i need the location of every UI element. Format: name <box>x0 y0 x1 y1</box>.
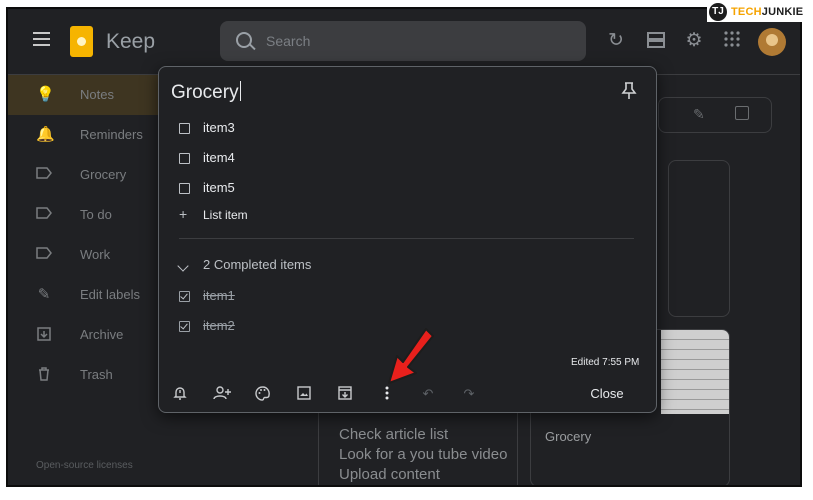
undo-icon[interactable]: ↶ <box>420 386 436 402</box>
divider <box>179 238 634 239</box>
watermark-tech: TECH <box>731 6 762 18</box>
keep-window: Keep Search ↻ ⚙ 💡 Notes 🔔 Reminders Groc… <box>6 7 802 487</box>
pin-icon[interactable] <box>621 82 637 100</box>
remind-me-icon[interactable] <box>172 386 188 402</box>
search-bar[interactable]: Search <box>220 21 586 61</box>
note-line: Upload content <box>339 466 440 483</box>
palette-icon[interactable] <box>254 386 270 402</box>
list-view-icon[interactable] <box>646 31 666 51</box>
redo-icon[interactable]: ↷ <box>461 386 477 402</box>
label-icon <box>36 247 52 263</box>
open-source-licenses-link[interactable]: Open-source licenses <box>36 460 133 471</box>
checkbox[interactable] <box>179 153 190 164</box>
watermark-text: TECHJUNKIE <box>731 6 803 18</box>
account-avatar[interactable] <box>758 28 786 56</box>
checklist-item-text[interactable]: item3 <box>203 120 235 135</box>
techjunkie-watermark: TJ TECHJUNKIE <box>707 2 803 22</box>
text-cursor <box>239 81 241 101</box>
archive-icon[interactable] <box>337 386 353 402</box>
note-line: Check article list <box>339 426 449 443</box>
sidebar-item-label: Edit labels <box>80 287 140 302</box>
plus-icon: + <box>179 206 188 222</box>
app-title: Keep <box>106 30 156 53</box>
sidebar-item-label: Grocery <box>80 167 127 182</box>
sidebar-item-label: Work <box>80 247 111 262</box>
keep-logo-icon <box>70 26 93 57</box>
menu-icon[interactable] <box>33 32 50 46</box>
checklist-item-text[interactable]: item4 <box>203 150 235 165</box>
checklist-item-text[interactable]: item1 <box>203 288 235 303</box>
sidebar-item-label: Trash <box>80 367 113 382</box>
note-card-title: Grocery <box>545 429 592 444</box>
take-note-bar[interactable]: ✎ <box>658 97 772 133</box>
search-input[interactable]: Search <box>266 33 310 49</box>
more-options-icon[interactable] <box>379 386 395 402</box>
checklist-item-text[interactable]: item5 <box>203 180 235 195</box>
checkbox[interactable] <box>179 123 190 134</box>
note-card[interactable] <box>668 160 730 317</box>
settings-icon[interactable]: ⚙ <box>684 31 704 51</box>
checkbox-checked[interactable] <box>179 291 190 302</box>
collaborator-icon[interactable] <box>213 386 231 402</box>
red-arrow-annotation <box>388 328 434 384</box>
search-icon[interactable] <box>236 32 252 48</box>
note-title-text: Grocery <box>171 82 239 103</box>
tj-logo-icon: TJ <box>709 3 727 21</box>
pencil-icon[interactable]: ✎ <box>693 106 705 123</box>
close-button[interactable]: Close <box>579 383 635 405</box>
image-icon[interactable] <box>296 386 312 402</box>
add-list-item-label[interactable]: List item <box>203 208 248 222</box>
lightbulb-icon: 💡 <box>36 86 55 103</box>
sidebar-item-label: Archive <box>80 327 124 342</box>
pencil-icon: ✎ <box>37 286 51 303</box>
label-icon <box>36 167 52 183</box>
trash-icon <box>36 367 52 383</box>
sidebar-item-label: Notes <box>80 87 114 102</box>
checkbox[interactable] <box>179 183 190 194</box>
note-card-work[interactable]: Check article list Look for a you tube v… <box>318 404 518 485</box>
refresh-icon[interactable]: ↻ <box>606 31 626 51</box>
sidebar-item-label: To do <box>80 207 112 222</box>
image-icon[interactable] <box>735 106 749 120</box>
chevron-down-icon[interactable] <box>177 260 189 272</box>
note-title-input[interactable]: Grocery <box>171 81 241 104</box>
label-icon <box>36 207 52 223</box>
apps-icon[interactable] <box>722 31 742 51</box>
checkbox-checked[interactable] <box>179 321 190 332</box>
sidebar-item-label: Reminders <box>80 127 143 142</box>
completed-items-toggle[interactable]: 2 Completed items <box>203 257 311 272</box>
note-line: Look for a you tube video <box>339 446 508 463</box>
attached-image <box>661 330 729 414</box>
archive-icon <box>36 327 52 343</box>
edited-timestamp: Edited 7:55 PM <box>571 357 640 368</box>
checklist-item-text[interactable]: item2 <box>203 318 235 333</box>
bell-icon: 🔔 <box>36 126 55 143</box>
watermark-junkie: JUNKIE <box>761 6 804 18</box>
